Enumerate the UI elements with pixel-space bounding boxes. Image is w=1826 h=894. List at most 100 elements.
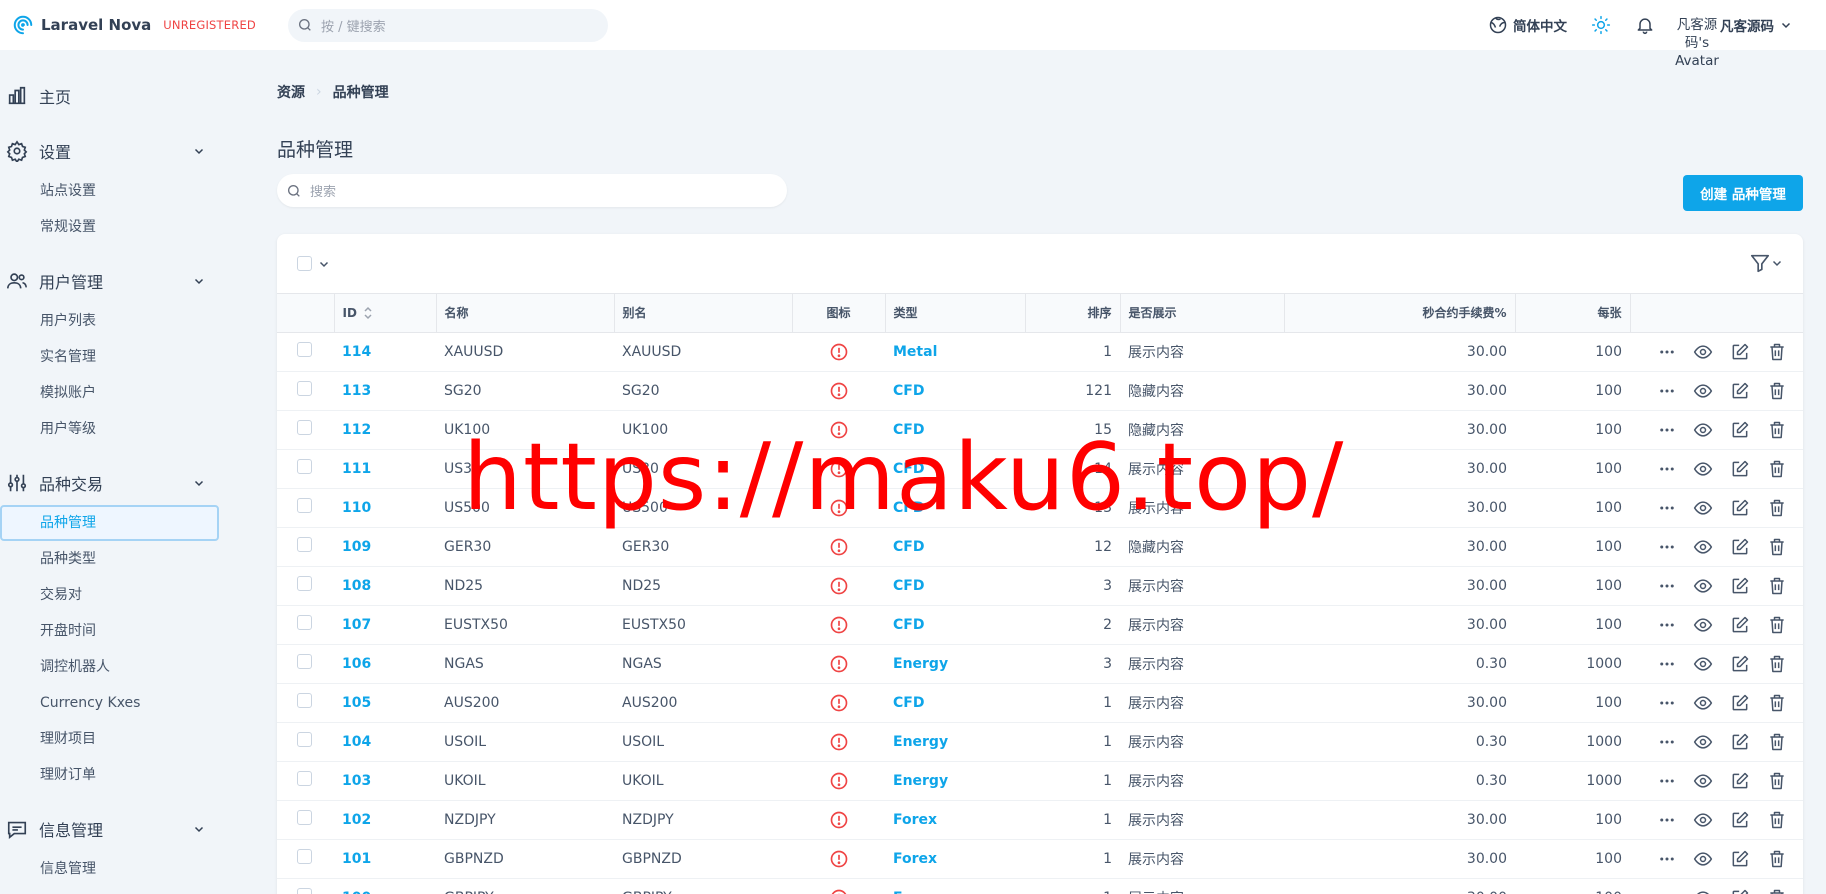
chevron-down-icon[interactable] — [1780, 19, 1792, 31]
row-checkbox[interactable] — [297, 771, 312, 786]
more-icon[interactable] — [1658, 538, 1676, 556]
edit-icon[interactable] — [1730, 381, 1750, 401]
eye-icon[interactable] — [1693, 810, 1713, 830]
edit-icon[interactable] — [1730, 771, 1750, 791]
table-row[interactable]: 108 ND25 ND25 CFD 3 展示内容 30.00 100 — [277, 566, 1803, 605]
user-menu[interactable]: 凡客源码 — [1720, 15, 1774, 35]
avatar[interactable]: 凡客源码's Avatar — [1675, 16, 1719, 69]
cell-type[interactable]: Energy — [885, 761, 1025, 800]
cell-type[interactable]: Forex — [885, 800, 1025, 839]
edit-icon[interactable] — [1730, 498, 1750, 518]
trash-icon[interactable] — [1767, 615, 1787, 635]
sidebar-group-dashboard[interactable]: 主页 — [0, 74, 230, 118]
row-checkbox[interactable] — [297, 810, 312, 825]
table-row[interactable]: 110 US500 US500 CFD 13 展示内容 30.00 100 — [277, 488, 1803, 527]
cell-type[interactable]: CFD — [885, 449, 1025, 488]
trash-icon[interactable] — [1767, 537, 1787, 557]
sidebar-item-symbols[interactable]: 品种管理 — [0, 505, 219, 541]
sidebar-item-robots[interactable]: 调控机器人 — [0, 649, 230, 685]
edit-icon[interactable] — [1730, 420, 1750, 440]
cell-type[interactable]: CFD — [885, 410, 1025, 449]
cell-id[interactable]: 104 — [334, 722, 436, 761]
eye-icon[interactable] — [1693, 381, 1713, 401]
trash-icon[interactable] — [1767, 381, 1787, 401]
breadcrumb-root[interactable]: 资源 — [277, 82, 305, 102]
edit-icon[interactable] — [1730, 888, 1750, 894]
more-icon[interactable] — [1658, 382, 1676, 400]
brand[interactable]: Laravel Nova UNREGISTERED — [12, 14, 270, 36]
row-checkbox[interactable] — [297, 381, 312, 396]
header-id[interactable]: ID — [334, 294, 437, 332]
more-icon[interactable] — [1658, 694, 1676, 712]
sidebar-item-user-levels[interactable]: 用户等级 — [0, 411, 230, 447]
eye-icon[interactable] — [1693, 771, 1713, 791]
sidebar-item-open-hours[interactable]: 开盘时间 — [0, 613, 230, 649]
table-row[interactable]: 112 UK100 UK100 CFD 15 隐藏内容 30.00 100 — [277, 410, 1803, 449]
eye-icon[interactable] — [1693, 420, 1713, 440]
trash-icon[interactable] — [1767, 420, 1787, 440]
row-checkbox[interactable] — [297, 537, 312, 552]
sidebar-item-wealth-projects[interactable]: 理财项目 — [0, 721, 230, 757]
row-checkbox[interactable] — [297, 654, 312, 669]
eye-icon[interactable] — [1693, 537, 1713, 557]
select-all-dropdown[interactable] — [297, 256, 330, 271]
cell-type[interactable]: Energy — [885, 722, 1025, 761]
filter-dropdown[interactable] — [1749, 252, 1783, 274]
cell-type[interactable]: Energy — [885, 644, 1025, 683]
language-switcher[interactable]: 简体中文 — [1488, 15, 1567, 35]
trash-icon[interactable] — [1767, 576, 1787, 596]
trash-icon[interactable] — [1767, 654, 1787, 674]
more-icon[interactable] — [1658, 811, 1676, 829]
row-checkbox[interactable] — [297, 576, 312, 591]
sun-icon[interactable] — [1591, 15, 1611, 35]
more-icon[interactable] — [1658, 616, 1676, 634]
chevron-down-icon[interactable] — [193, 275, 205, 287]
chevron-down-icon[interactable] — [193, 823, 205, 835]
cell-type[interactable]: Metal — [885, 332, 1025, 371]
trash-icon[interactable] — [1767, 771, 1787, 791]
cell-type[interactable]: CFD — [885, 566, 1025, 605]
cell-type[interactable]: CFD — [885, 488, 1025, 527]
more-icon[interactable] — [1658, 577, 1676, 595]
sidebar-item-messages[interactable]: 信息管理 — [0, 851, 230, 887]
table-row[interactable]: 109 GER30 GER30 CFD 12 隐藏内容 30.00 100 — [277, 527, 1803, 566]
cell-id[interactable]: 102 — [334, 800, 436, 839]
cell-id[interactable]: 108 — [334, 566, 436, 605]
trash-icon[interactable] — [1767, 342, 1787, 362]
row-checkbox[interactable] — [297, 459, 312, 474]
edit-icon[interactable] — [1730, 849, 1750, 869]
more-icon[interactable] — [1658, 421, 1676, 439]
eye-icon[interactable] — [1693, 342, 1713, 362]
table-row[interactable]: 100GBPJPYGBPJPYForex1展示内容30.00100 — [277, 878, 1803, 894]
edit-icon[interactable] — [1730, 615, 1750, 635]
cell-id[interactable]: 105 — [334, 683, 436, 722]
cell-id[interactable]: 110 — [334, 488, 436, 527]
sidebar-item-trading-pairs[interactable]: 交易对 — [0, 577, 230, 613]
row-checkbox[interactable] — [297, 498, 312, 513]
cell-type[interactable]: CFD — [885, 605, 1025, 644]
more-icon[interactable] — [1658, 343, 1676, 361]
cell-id[interactable]: 111 — [334, 449, 436, 488]
trash-icon[interactable] — [1767, 810, 1787, 830]
more-icon[interactable] — [1658, 733, 1676, 751]
sidebar-item-user-list[interactable]: 用户列表 — [0, 303, 230, 339]
cell-id[interactable]: 113 — [334, 371, 436, 410]
bell-icon[interactable] — [1635, 15, 1655, 35]
edit-icon[interactable] — [1730, 459, 1750, 479]
edit-icon[interactable] — [1730, 576, 1750, 596]
cell-type[interactable]: Forex — [885, 839, 1025, 878]
chevron-down-icon[interactable] — [193, 477, 205, 489]
sidebar-item-demo-accounts[interactable]: 模拟账户 — [0, 375, 230, 411]
row-checkbox[interactable] — [297, 693, 312, 708]
sidebar-group-trading[interactable]: 品种交易 — [0, 461, 230, 505]
cell-type[interactable]: CFD — [885, 683, 1025, 722]
sidebar-item-verification[interactable]: 实名管理 — [0, 339, 230, 375]
trash-icon[interactable] — [1767, 498, 1787, 518]
cell-id[interactable]: 103 — [334, 761, 436, 800]
eye-icon[interactable] — [1693, 615, 1713, 635]
table-row[interactable]: 104 USOIL USOIL Energy 1 展示内容 0.30 1000 — [277, 722, 1803, 761]
edit-icon[interactable] — [1730, 732, 1750, 752]
sidebar-item-general-settings[interactable]: 常规设置 — [0, 209, 230, 245]
sidebar-group-settings[interactable]: 设置 — [0, 129, 230, 173]
trash-icon[interactable] — [1767, 693, 1787, 713]
